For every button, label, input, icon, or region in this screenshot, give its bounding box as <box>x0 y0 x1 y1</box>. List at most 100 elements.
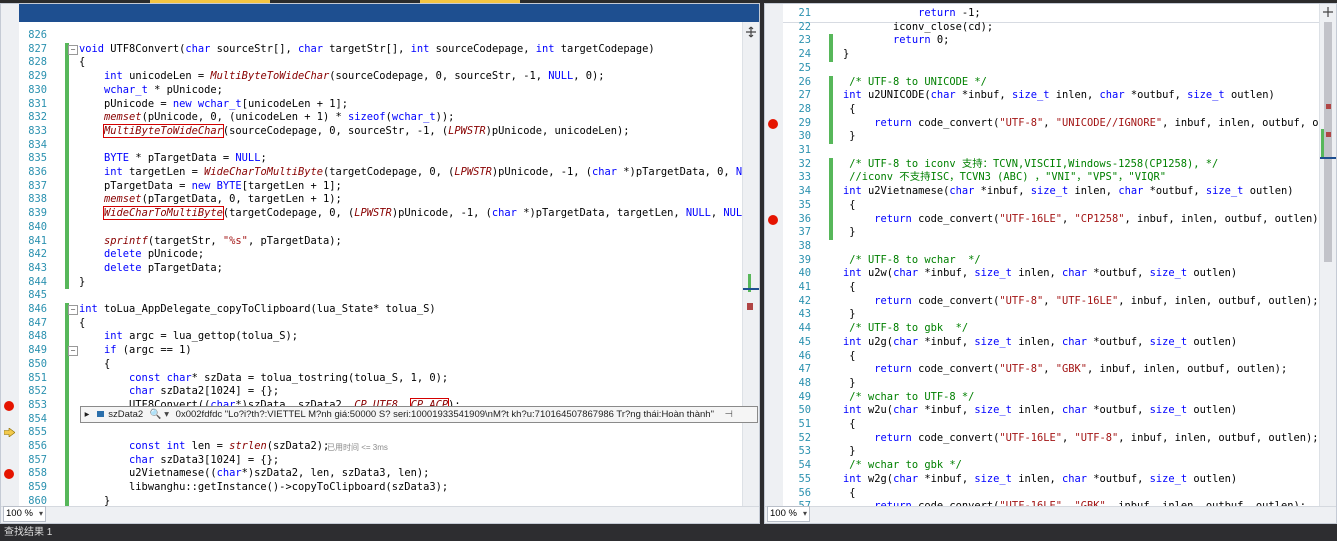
breakpoint-icon[interactable] <box>4 400 14 411</box>
code-line[interactable]: 852 char szData2[1024] = {}; <box>1 385 743 399</box>
code-line[interactable]: 841 sprintf(targetStr, "%s", pTargetData… <box>1 235 743 249</box>
code-line[interactable]: 41 { <box>765 281 1320 295</box>
code-line[interactable]: 50 int w2u(char *inbuf, size_t inlen, cha… <box>765 404 1320 418</box>
code-text[interactable]: { <box>843 350 855 364</box>
code-text[interactable]: return -1; <box>843 7 981 21</box>
code-line[interactable]: 827 void UTF8Convert(char sourceStr[], ch… <box>1 43 743 57</box>
code-line[interactable]: 34 int u2Vietnamese(char *inbuf, size_t i… <box>765 185 1320 199</box>
code-text[interactable]: char szData2[1024] = {}; <box>79 385 279 399</box>
left-horizontal-scrollbar[interactable]: 100 % ▾ <box>1 506 759 523</box>
right-horizontal-scrollbar[interactable]: 100 % ▾ <box>765 506 1336 523</box>
code-line[interactable]: 842 delete pUnicode; <box>1 248 743 262</box>
code-line[interactable]: 831 pUnicode = new wchar_t[unicodeLen + … <box>1 98 743 112</box>
debugger-datatip[interactable]: ▸ szData2 🔍 ▾ 0x002fdfdc "Lo?i?th?:VIETT… <box>80 406 758 423</box>
left-vertical-scrollbar[interactable] <box>742 22 759 507</box>
code-text[interactable]: WideCharToMultiByte(targetCodepage, 0, (… <box>79 206 759 221</box>
code-text[interactable]: void UTF8Convert(char sourceStr[], char … <box>79 43 655 57</box>
code-text[interactable]: { <box>843 199 855 213</box>
code-text[interactable]: } <box>843 130 855 144</box>
code-line[interactable]: 28 { <box>765 103 1320 117</box>
code-text[interactable]: } <box>843 48 849 62</box>
code-text[interactable]: /* UTF-8 to iconv 支持：TCVN,VISCII,Windows… <box>843 158 1218 172</box>
code-text[interactable]: int argc = lua_gettop(tolua_S); <box>79 330 298 344</box>
left-code-area[interactable]: 826 827 void UTF8Convert(char sourceStr[],… <box>1 4 759 523</box>
code-line[interactable]: 844} <box>1 276 743 290</box>
scroll-thumb[interactable] <box>1324 22 1332 262</box>
code-text[interactable]: memset(pTargetData, 0, targetLen + 1); <box>79 193 342 207</box>
code-text[interactable]: iconv_close(cd); <box>843 21 993 35</box>
code-text[interactable]: return code_convert("UTF-8", "UTF-16LE",… <box>843 295 1318 309</box>
code-text[interactable]: pTargetData = new BYTE[targetLen + 1]; <box>79 180 342 194</box>
code-line[interactable]: 54 /* wchar to gbk */ <box>765 459 1320 473</box>
code-text[interactable]: const char* szData = tolua_tostring(tolu… <box>79 372 448 386</box>
collapse-toggle-icon[interactable]: − <box>68 346 78 357</box>
code-line[interactable]: 33 //iconv 不支持ISC，TCVN3 (ABC) ，"VNI"，"VP… <box>765 171 1320 185</box>
code-line[interactable]: 48 } <box>765 377 1320 391</box>
code-line[interactable]: 846 int toLua_AppDelegate_copyToClipboard… <box>1 303 743 317</box>
code-text[interactable]: delete pTargetData; <box>79 262 223 276</box>
code-line[interactable]: 46 { <box>765 350 1320 364</box>
right-code-editor[interactable]: 21 return -1; 22 iconv_close(cd); 23 retur… <box>764 3 1337 524</box>
code-line[interactable]: 857 char szData3[1024] = {}; <box>1 454 743 468</box>
code-text[interactable]: pUnicode = new wchar_t[unicodeLen + 1]; <box>79 98 348 112</box>
code-line[interactable]: 851 const char* szData = tolua_tostring(… <box>1 372 743 386</box>
code-line[interactable]: 850 { <box>1 358 743 372</box>
code-line[interactable]: 24} <box>765 48 1320 62</box>
code-line[interactable]: 51 { <box>765 418 1320 432</box>
code-line[interactable]: 31 <box>765 144 1320 158</box>
split-icon[interactable] <box>743 24 759 40</box>
code-line[interactable]: 39 /* UTF-8 to wchar */ <box>765 254 1320 268</box>
code-text[interactable]: int w2u(char *inbuf, size_t inlen, char … <box>843 404 1237 418</box>
search-icon[interactable]: 🔍 ▾ <box>150 407 169 422</box>
code-line[interactable]: 43 } <box>765 308 1320 322</box>
code-line[interactable]: 45 int u2g(char *inbuf, size_t inlen, cha… <box>765 336 1320 350</box>
code-line[interactable]: 49 /* wchar to UTF-8 */ <box>765 391 1320 405</box>
code-text[interactable]: } <box>843 226 855 240</box>
code-text[interactable]: /* UTF-8 to wchar */ <box>843 254 980 268</box>
code-line[interactable]: 35 { <box>765 199 1320 213</box>
code-text[interactable]: //iconv 不支持ISC，TCVN3 (ABC) ，"VNI"，"VPS"，… <box>843 171 1166 185</box>
split-icon[interactable] <box>1320 5 1336 19</box>
code-text[interactable]: /* UTF-8 to UNICODE */ <box>843 76 987 90</box>
find-results-tab[interactable]: 查找结果 1 <box>0 524 1337 541</box>
code-text[interactable]: u2Vietnamese((char*)szData2, len, szData… <box>79 467 429 481</box>
code-line[interactable]: 37 } <box>765 226 1320 240</box>
code-line[interactable]: 839 WideCharToMultiByte(targetCodepage, … <box>1 206 759 221</box>
code-line[interactable]: 26 /* UTF-8 to UNICODE */ <box>765 76 1320 90</box>
code-line[interactable]: 835 BYTE * pTargetData = NULL; <box>1 152 743 166</box>
code-line[interactable]: 828 { <box>1 56 743 70</box>
code-text[interactable]: BYTE * pTargetData = NULL; <box>79 152 267 166</box>
collapse-toggle-icon[interactable]: − <box>68 305 78 315</box>
code-line[interactable]: 42 return code_convert("UTF-8", "UTF-16L… <box>765 295 1320 309</box>
code-line[interactable]: 838 memset(pTargetData, 0, targetLen + 1… <box>1 193 743 207</box>
code-line[interactable]: 38 <box>765 240 1320 254</box>
code-text[interactable]: return code_convert("UTF-16LE", "UTF-8",… <box>843 432 1318 446</box>
code-text[interactable]: { <box>843 487 855 501</box>
code-text[interactable]: MultiByteToWideChar(sourceCodepage, 0, s… <box>79 123 630 139</box>
code-text[interactable]: sprintf(targetStr, "%s", pTargetData); <box>79 235 342 249</box>
code-line[interactable]: 859 libwanghu::getInstance()->copyToClip… <box>1 481 743 495</box>
code-text[interactable]: { <box>843 103 855 117</box>
code-text[interactable]: int u2UNICODE(char *inbuf, size_t inlen,… <box>843 89 1275 103</box>
code-line[interactable]: 47 return code_convert("UTF-8", "GBK", i… <box>765 363 1320 377</box>
left-zoom-dropdown[interactable]: 100 % ▾ <box>3 506 46 522</box>
code-line[interactable]: 30 } <box>765 130 1320 144</box>
code-line[interactable]: 840 <box>1 221 743 235</box>
code-line[interactable]: 847 { <box>1 317 743 331</box>
right-code-area[interactable]: 21 return -1; 22 iconv_close(cd); 23 retur… <box>765 4 1336 512</box>
code-text[interactable]: libwanghu::getInstance()->copyToClipboar… <box>79 481 448 495</box>
code-text[interactable]: } <box>843 445 855 459</box>
code-line[interactable]: 837 pTargetData = new BYTE[targetLen + 1… <box>1 180 743 194</box>
code-text[interactable]: return code_convert("UTF-8", "UNICODE//I… <box>843 117 1336 131</box>
code-line[interactable]: 855 <box>1 426 743 440</box>
code-text[interactable]: if (argc == 1) <box>79 344 192 358</box>
code-text[interactable]: } <box>79 276 85 290</box>
code-line[interactable]: 849 if (argc == 1) <box>1 344 743 358</box>
code-text[interactable]: { <box>79 317 85 331</box>
code-text[interactable]: } <box>843 377 855 391</box>
code-line[interactable]: 25 <box>765 62 1320 76</box>
code-text[interactable]: return 0; <box>843 34 949 48</box>
code-text[interactable]: delete pUnicode; <box>79 248 204 262</box>
code-text[interactable]: { <box>79 56 85 70</box>
code-text[interactable]: /* wchar to gbk */ <box>843 459 962 473</box>
